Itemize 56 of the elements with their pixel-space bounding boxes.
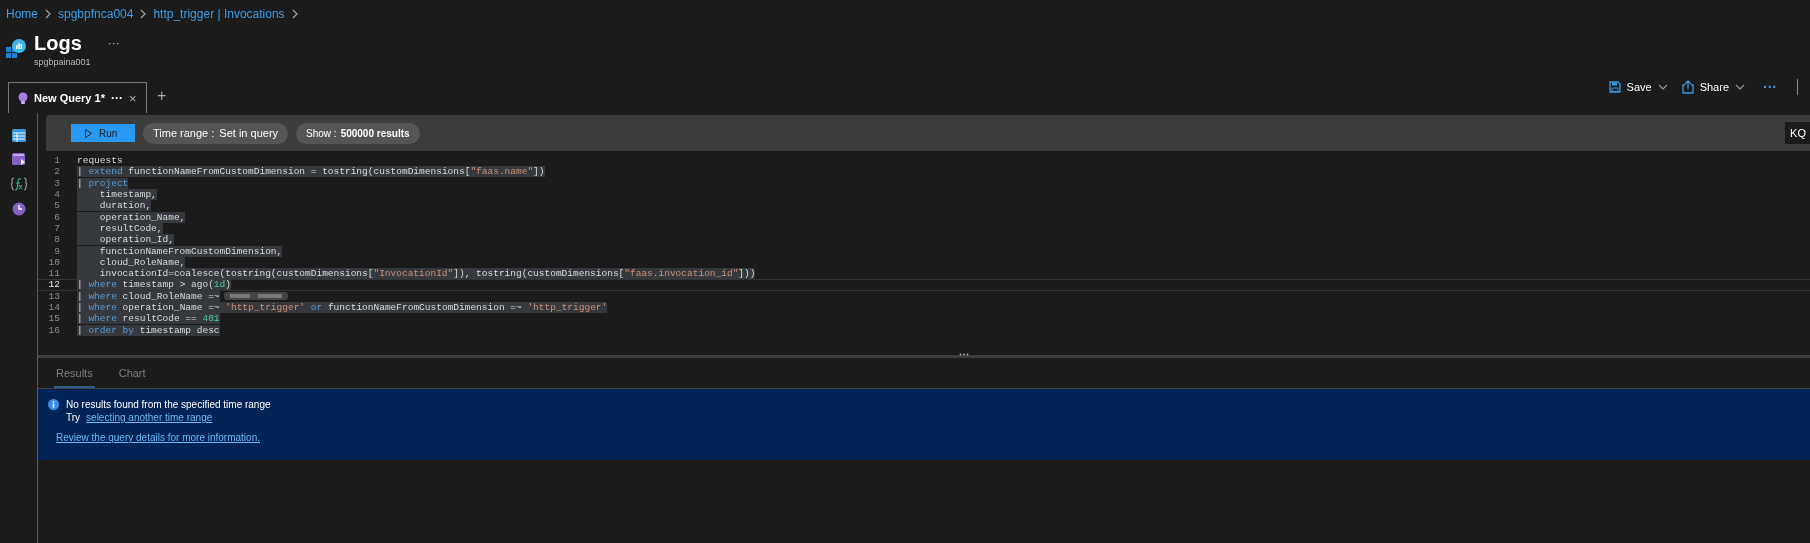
line-number: 8 — [53, 234, 60, 246]
line-number: 6 — [53, 211, 60, 223]
line-number: 10 — [47, 256, 60, 268]
close-button[interactable]: × — [128, 90, 137, 106]
line-number: 3 — [53, 177, 60, 189]
chevron-right-icon — [45, 9, 51, 19]
line-number: 2 — [53, 166, 60, 178]
query-tab[interactable]: New Query 1* ··· × — [8, 82, 147, 113]
grip-icon[interactable] — [959, 353, 969, 356]
chevron-right-icon — [291, 9, 298, 19]
page-subtitle: spgbpaina001 — [34, 57, 92, 67]
save-button[interactable]: Save — [1608, 81, 1668, 93]
message-title: No results found from the specified time range — [66, 399, 271, 410]
chevron-down-icon — [1735, 84, 1745, 90]
share-button[interactable]: Share — [1681, 80, 1745, 94]
line-number: 11 — [47, 268, 60, 280]
tab-label: New Query 1* — [34, 92, 105, 104]
clock-icon[interactable] — [11, 202, 26, 216]
line-number: 13 — [47, 290, 60, 302]
time-range-button[interactable]: Time range : Set in query — [143, 122, 289, 144]
language-button[interactable]: KQ — [1785, 122, 1810, 144]
message-text: Try — [66, 412, 81, 423]
line-number: 5 — [53, 200, 60, 212]
query-icon[interactable] — [11, 153, 26, 166]
line-number: 7 — [53, 222, 60, 234]
line-number: 1 — [53, 155, 60, 167]
line-number: 12 — [47, 279, 60, 291]
save-icon — [1608, 81, 1621, 93]
results-tab[interactable]: Chart — [116, 367, 148, 388]
chevron-right-icon — [140, 9, 147, 19]
line-number: 4 — [53, 189, 60, 201]
new-tab-button[interactable]: + — [157, 87, 167, 105]
breadcrumb-link[interactable]: http_trigger | Invocations — [153, 7, 285, 21]
table-icon[interactable] — [11, 129, 26, 142]
share-icon — [1681, 80, 1694, 94]
line-number: 16 — [47, 324, 60, 336]
run-button[interactable]: Run — [71, 124, 135, 142]
info-icon — [48, 399, 59, 410]
line-number: 15 — [47, 313, 60, 325]
lightbulb-icon — [18, 91, 28, 105]
play-icon — [85, 128, 92, 138]
code-line: requests — [77, 155, 123, 167]
show-results-button[interactable]: Show : 500000 results — [296, 122, 420, 144]
page-title: Logs — [34, 32, 82, 54]
function-icon[interactable] — [9, 177, 28, 191]
breadcrumb-link[interactable]: spgbpfnca004 — [58, 7, 134, 21]
breadcrumb-link[interactable]: Home — [6, 7, 38, 21]
more-button[interactable]: ··· — [107, 36, 120, 50]
more-button[interactable]: ··· — [1763, 79, 1777, 95]
time-range-link[interactable]: selecting another time range — [86, 412, 213, 423]
more-button[interactable]: ··· — [110, 91, 123, 105]
line-number: 9 — [53, 245, 60, 257]
line-number: 14 — [47, 302, 60, 313]
chevron-down-icon — [1657, 84, 1668, 90]
logs-icon — [6, 38, 26, 58]
details-link[interactable]: Review the query details for more information. — [56, 432, 271, 443]
